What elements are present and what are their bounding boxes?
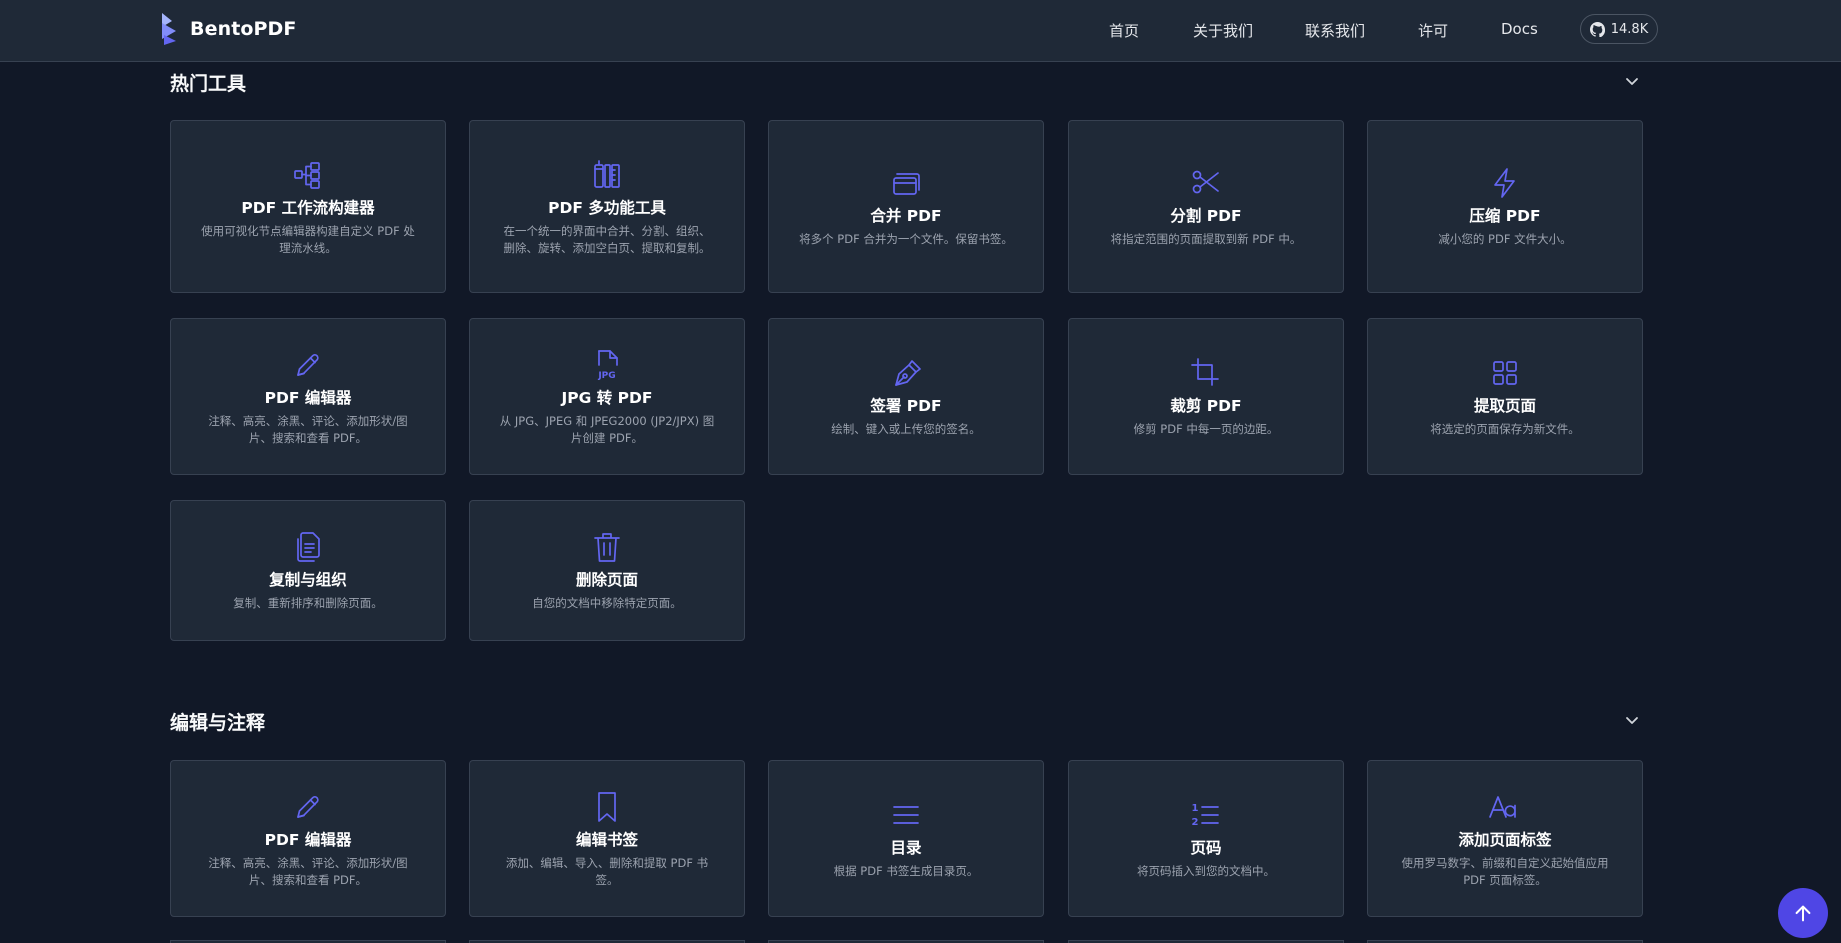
pen-nib-icon — [888, 355, 924, 391]
tool-card-title: PDF 编辑器 — [264, 830, 352, 849]
tool-card-description: 根据 PDF 书签生成目录页。 — [833, 864, 979, 879]
jpg-file-icon: JPG — [589, 347, 625, 383]
tool-card-title: 添加页面标签 — [1458, 830, 1552, 849]
tool-card-description: 注释、高亮、涂黑、评论、添加形状/图片、搜索和查看 PDF。 — [208, 856, 408, 887]
tool-card-description: 注释、高亮、涂黑、评论、添加形状/图片、搜索和查看 PDF。 — [208, 414, 408, 445]
pencil-icon — [290, 789, 326, 825]
tool-card-title: PDF 工作流构建器 — [241, 198, 375, 217]
tool-card-description: 在一个统一的界面中合并、分割、组织、删除、旋转、添加空白页、提取和复制。 — [503, 224, 711, 255]
nav-docs[interactable]: Docs — [1501, 20, 1538, 38]
nav-home[interactable]: 首页 — [1109, 20, 1139, 41]
tool-card-title: 目录 — [890, 838, 922, 857]
tool-card-title: 分割 PDF — [1170, 206, 1242, 225]
crop-icon — [1188, 355, 1224, 391]
text-aa-icon — [1487, 789, 1523, 825]
list-icon — [888, 797, 924, 833]
tool-card-title: JPG 转 PDF — [561, 388, 653, 407]
back-to-top-button[interactable] — [1778, 888, 1828, 938]
github-stars-count: 14.8K — [1610, 21, 1649, 37]
tool-card-title: 合并 PDF — [870, 206, 942, 225]
tool-card-description: 使用可视化节点编辑器构建自定义 PDF 处理流水线。 — [201, 224, 415, 255]
tool-card[interactable]: 编辑书签添加、编辑、导入、删除和提取 PDF 书签。 — [469, 760, 745, 917]
numbered-list-icon: 12 — [1188, 797, 1224, 833]
tool-card-description: 添加、编辑、导入、删除和提取 PDF 书签。 — [505, 856, 709, 887]
chevron-down-icon[interactable] — [1624, 73, 1640, 89]
tool-card[interactable]: 压缩 PDF 减小您的 PDF 文件大小。 — [1367, 120, 1643, 293]
svg-text:1: 1 — [1192, 803, 1199, 814]
tool-card[interactable]: PDF 编辑器注释、高亮、涂黑、评论、添加形状/图片、搜索和查看 PDF。 — [170, 760, 446, 917]
tool-card[interactable]: 1 2 页码 将页码插入到您的文档中。 — [1068, 760, 1344, 917]
tool-card[interactable]: 提取页面将选定的页面保存为新文件。 — [1367, 318, 1643, 475]
tool-card[interactable]: 分割 PDF 将指定范围的页面提取到新 PDF 中。 — [1068, 120, 1344, 293]
tool-card-description: 将多个 PDF 合并为一个文件。保留书签。 — [799, 232, 1013, 247]
tool-card-description: 自您的文档中移除特定页面。 — [532, 596, 682, 611]
tool-card-description: 减小您的 PDF 文件大小。 — [1438, 232, 1572, 247]
bookmark-icon — [589, 789, 625, 825]
arrow-up-icon — [1795, 905, 1811, 922]
tool-card-title: 删除页面 — [575, 570, 638, 589]
tool-card-title: 复制与组织 — [269, 570, 347, 589]
tool-card[interactable]: 复制与组织复制、重新排序和删除页面。 — [170, 500, 446, 641]
merge-icon — [888, 165, 924, 201]
tool-card[interactable]: 添加页面标签使用罗马数字、前缀和自定义起始值应用 PDF 页面标签。 — [1367, 760, 1643, 917]
tool-card[interactable]: 删除页面自您的文档中移除特定页面。 — [469, 500, 745, 641]
github-icon — [1589, 21, 1605, 37]
tool-card-title: PDF 多功能工具 — [548, 198, 666, 217]
tool-card-description: 从 JPG、JPEG 和 JPEG2000 (JP2/JPX) 图片创建 PDF… — [499, 414, 715, 445]
scissors-icon — [1188, 165, 1224, 201]
tool-card-description: 复制、重新排序和删除页面。 — [233, 596, 383, 611]
svg-text:JPG: JPG — [597, 371, 615, 381]
tool-card[interactable]: 签署 PDF 绘制、键入或上传您的签名。 — [768, 318, 1044, 475]
nav-contact[interactable]: 联系我们 — [1305, 20, 1365, 41]
tool-card[interactable]: PDF 多功能工具在一个统一的界面中合并、分割、组织、删除、旋转、添加空白页、提… — [469, 120, 745, 293]
tool-card[interactable]: JPG JPG 转 PDF 从 JPG、JPEG 和 JPEG2000 (JP2/J… — [469, 318, 745, 475]
tool-card-description: 将选定的页面保存为新文件。 — [1430, 422, 1580, 437]
nav-about[interactable]: 关于我们 — [1193, 20, 1253, 41]
workflow-icon — [290, 157, 326, 193]
pencil-icon — [290, 347, 326, 383]
github-stars-button[interactable]: 14.8K — [1580, 14, 1658, 44]
trash-icon — [589, 529, 625, 565]
tool-card-title: 签署 PDF — [870, 396, 942, 415]
chevron-down-icon[interactable] — [1624, 712, 1640, 728]
section-title-edit-annotate: 编辑与注释 — [170, 712, 266, 734]
tool-card-title: 提取页面 — [1473, 396, 1536, 415]
tool-card-title: PDF 编辑器 — [264, 388, 352, 407]
lightning-icon — [1487, 165, 1523, 201]
tool-card-description: 使用罗马数字、前缀和自定义起始值应用 PDF 页面标签。 — [1401, 856, 1609, 887]
tool-card-description: 将页码插入到您的文档中。 — [1137, 864, 1275, 879]
tool-card-description: 修剪 PDF 中每一页的边距。 — [1133, 422, 1279, 437]
tool-card-title: 裁剪 PDF — [1170, 396, 1242, 415]
tool-card[interactable]: PDF 工作流构建器使用可视化节点编辑器构建自定义 PDF 处理流水线。 — [170, 120, 446, 293]
tool-card-description: 将指定范围的页面提取到新 PDF 中。 — [1110, 232, 1302, 247]
main-nav: 首页 关于我们 联系我们 许可 Docs — [0, 0, 1841, 58]
multitool-icon — [589, 157, 625, 193]
section-title-popular: 热门工具 — [170, 73, 247, 95]
tool-card[interactable]: 目录根据 PDF 书签生成目录页。 — [768, 760, 1044, 917]
svg-text:2: 2 — [1192, 817, 1199, 828]
tool-card[interactable]: 合并 PDF 将多个 PDF 合并为一个文件。保留书签。 — [768, 120, 1044, 293]
grid-icon — [1487, 355, 1523, 391]
top-navbar: BentoPDF 首页 关于我们 联系我们 许可 Docs 14.8K — [0, 0, 1841, 62]
tool-card-title: 压缩 PDF — [1469, 206, 1541, 225]
tool-card[interactable]: 裁剪 PDF 修剪 PDF 中每一页的边距。 — [1068, 318, 1344, 475]
tool-card-description: 绘制、键入或上传您的签名。 — [831, 422, 981, 437]
copy-files-icon — [290, 529, 326, 565]
tool-card-title: 编辑书签 — [575, 830, 638, 849]
nav-license[interactable]: 许可 — [1418, 20, 1448, 41]
tool-card-title: 页码 — [1190, 838, 1222, 857]
tool-card[interactable]: PDF 编辑器注释、高亮、涂黑、评论、添加形状/图片、搜索和查看 PDF。 — [170, 318, 446, 475]
